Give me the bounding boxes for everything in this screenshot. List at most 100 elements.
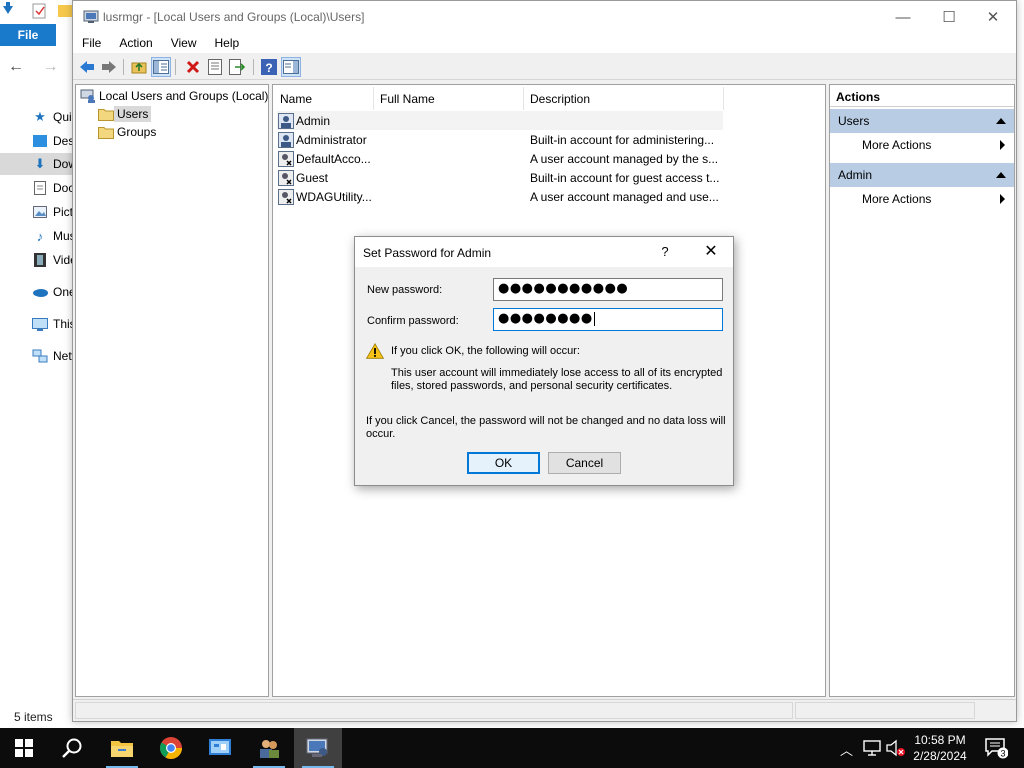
actions-pane: Actions Users More Actions Admin More Ac… [829,84,1015,697]
toolbar-separator [123,59,124,75]
maximize-button[interactable]: ☐ [926,1,972,33]
taskbar-computer-management[interactable] [245,728,293,768]
pictures-icon [32,204,48,220]
warning-heading: If you click OK, the following will occu… [391,345,580,357]
taskbar-chrome[interactable] [147,728,195,768]
network-tray-icon[interactable] [863,740,881,756]
export-list-icon[interactable] [227,57,247,77]
sidebar-item-videos[interactable]: Videos [0,249,72,271]
system-clock[interactable]: 10:58 PM 2/28/2024 [904,732,976,764]
column-header-description[interactable]: Description [524,87,724,110]
status-segment [75,702,793,719]
show-hidden-icons-chevron-icon[interactable]: ︿ [840,740,853,759]
tree-root-local-users-groups[interactable]: Local Users and Groups (Local) [80,87,271,105]
forward-arrow-icon[interactable]: → [42,58,58,75]
search-button[interactable] [48,728,96,768]
table-row[interactable]: Administrator Built-in account for admin… [277,130,723,149]
taskbar-file-explorer[interactable] [98,728,146,768]
quick-toolbar-icons [3,2,72,19]
table-row[interactable]: WDAGUtility... A user account managed an… [277,187,723,206]
warning-line-2: files, stored passwords, and personal se… [391,380,673,392]
forward-icon[interactable] [99,57,119,77]
sidebar-item-onedrive[interactable]: OneDrive [0,281,72,303]
sidebar-item-pictures[interactable]: Pictures [0,201,72,223]
sidebar-item-documents[interactable]: Documents [0,177,72,199]
new-password-label: New password: [367,284,443,296]
notification-count: 3 [1000,749,1005,759]
tree-item-groups[interactable]: Groups [98,123,159,141]
table-row[interactable]: Admin [277,111,723,130]
back-arrow-icon[interactable]: ← [8,58,24,75]
taskbar-lusrmgr[interactable] [294,728,342,768]
confirm-password-field[interactable]: ●●●●●●●● [493,308,723,331]
volume-muted-icon[interactable] [886,739,906,757]
dialog-help-button[interactable]: ? [652,237,678,267]
explorer-file-tab[interactable]: File [0,24,56,46]
close-button[interactable]: ✕ [970,1,1016,33]
new-password-field[interactable]: ●●●●●●●●●●● [493,278,723,301]
console-tree: Local Users and Groups (Local) Users Gro… [75,84,269,697]
menu-file[interactable]: File [73,33,110,53]
more-actions-users[interactable]: More Actions [830,134,1014,156]
control-panel-icon [209,739,231,755]
dialog-title: Set Password for Admin [363,246,492,260]
table-row[interactable]: Guest Built-in account for guest access … [277,168,723,187]
minimize-button[interactable]: — [880,1,926,33]
file-explorer-icon [111,741,133,757]
new-password-value: ●●●●●●●●●●● [498,281,629,296]
collapse-arrow-icon[interactable] [996,172,1006,178]
row-name: Administrator [296,133,367,147]
column-header-full-name[interactable]: Full Name [374,87,524,110]
sidebar-item-desktop[interactable]: Desktop [0,130,72,152]
actions-section-admin[interactable]: Admin [830,163,1014,187]
properties-icon[interactable] [205,57,225,77]
title-bar[interactable]: lusrmgr - [Local Users and Groups (Local… [73,1,1016,33]
tree-item-users[interactable]: Users [98,105,152,123]
cancel-note-line-2: occur. [366,428,396,440]
collapse-arrow-icon[interactable] [996,118,1006,124]
desktop-folder-icon [32,133,48,149]
disabled-user-icon [278,189,294,205]
row-description: Built-in account for administering... [530,133,715,147]
more-actions-admin[interactable]: More Actions [830,188,1014,210]
show-hide-action-pane-icon[interactable] [281,57,301,77]
sidebar-item-music[interactable]: ♪Music [0,225,72,247]
users-management-icon [260,740,279,758]
row-name: Guest [296,171,329,185]
network-icon [32,348,48,364]
cancel-button[interactable]: Cancel [548,452,621,474]
row-name: Admin [296,114,331,128]
menu-action[interactable]: Action [110,33,161,53]
menu-help[interactable]: Help [206,33,249,53]
status-segment [795,702,975,719]
toolbar-separator [175,59,176,75]
start-button[interactable] [0,728,48,768]
folder-icon [98,109,114,121]
action-center-button[interactable]: 3 [976,728,1016,768]
disabled-user-icon [278,151,294,167]
dialog-title-bar[interactable]: Set Password for Admin ? ✕ [355,237,733,267]
disabled-user-icon [278,170,294,186]
confirm-password-value: ●●●●●●●● [498,311,593,326]
notifications-icon: 3 [985,738,1008,759]
help-icon[interactable]: ? [259,57,279,77]
back-icon[interactable] [77,57,97,77]
row-description: Built-in account for guest access t... [530,171,720,185]
show-hide-console-tree-icon[interactable] [151,57,171,77]
window-title: lusrmgr - [Local Users and Groups (Local… [103,10,365,24]
ok-button[interactable]: OK [467,452,540,474]
sidebar-item-network[interactable]: Network [0,345,72,367]
column-header-name[interactable]: Name [274,87,374,110]
submenu-arrow-icon [1000,194,1005,204]
windows-logo-icon [15,739,33,757]
table-row[interactable]: DefaultAcco... A user account managed by… [277,149,723,168]
menu-view[interactable]: View [162,33,206,53]
up-one-level-icon[interactable] [129,57,149,77]
sidebar-item-quick-access[interactable]: ★Quick access [0,106,72,128]
actions-section-users[interactable]: Users [830,109,1014,133]
taskbar-control-panel[interactable] [196,728,244,768]
sidebar-item-downloads[interactable]: ⬇Downloads [0,153,72,175]
dialog-close-button[interactable]: ✕ [696,237,726,267]
sidebar-item-this-pc[interactable]: This PC [0,313,72,335]
delete-icon[interactable] [183,57,203,77]
